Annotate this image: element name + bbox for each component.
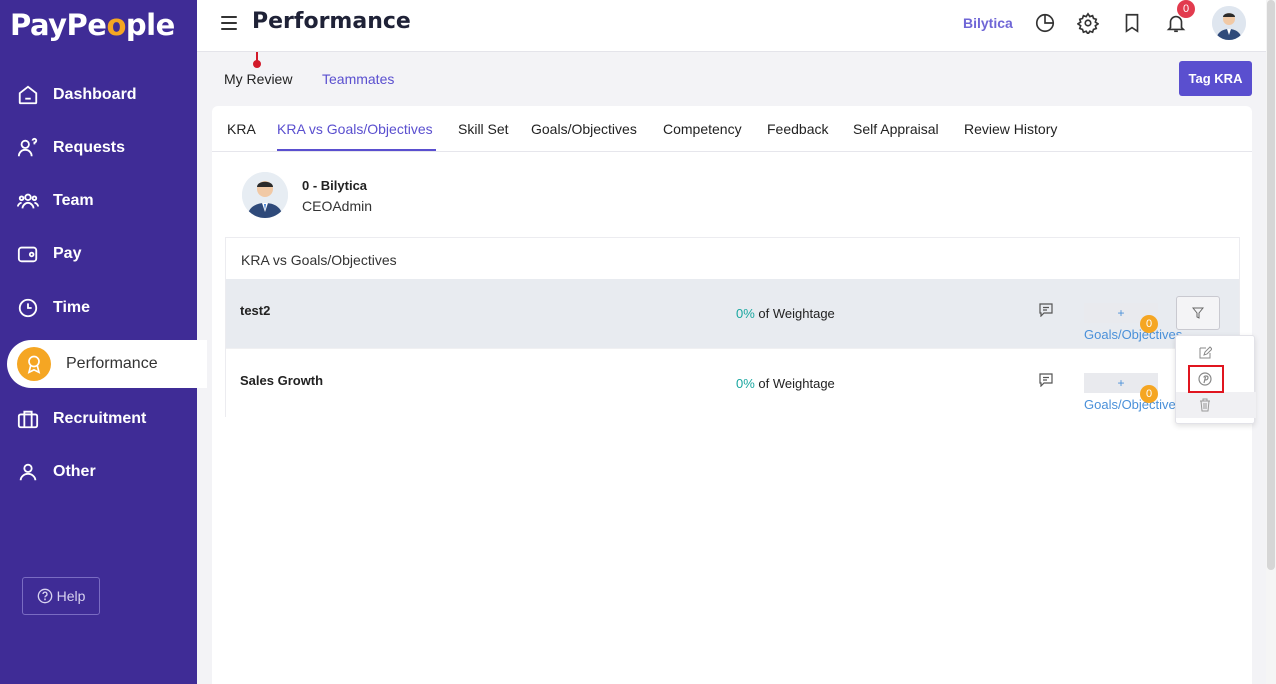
- sidebar-item-label: Other: [53, 463, 96, 480]
- delete-action[interactable]: [1176, 392, 1256, 418]
- sidebar-item-recruitment[interactable]: Recruitment: [0, 399, 197, 439]
- sidebar-item-time[interactable]: Time: [0, 288, 197, 328]
- team-icon: [17, 193, 39, 209]
- weightage: 0% of Weightage: [736, 306, 835, 321]
- sidebar-item-label: Recruitment: [53, 410, 147, 427]
- table-row: Sales Growth 0% of Weightage + Goals/Obj…: [226, 348, 1239, 417]
- goals-objectives-link[interactable]: Goals/Objectives: [1084, 327, 1182, 342]
- sidebar-item-dashboard[interactable]: Dashboard: [0, 75, 197, 115]
- kra-name: Sales Growth: [240, 373, 324, 388]
- scrollbar-thumb[interactable]: [1267, 0, 1275, 570]
- active-tab-underline: [277, 149, 436, 151]
- sidebar-item-label: Performance: [66, 355, 158, 372]
- subtab-teammates[interactable]: Teammates: [322, 71, 394, 87]
- avatar[interactable]: [1212, 6, 1246, 40]
- employee-name: 0 - Bilytica: [302, 178, 368, 193]
- subtab-my-review[interactable]: My Review: [224, 71, 292, 87]
- sidebar-item-label: Pay: [53, 245, 82, 262]
- comment-icon[interactable]: [1038, 373, 1054, 387]
- tab-competency[interactable]: Competency: [663, 121, 742, 137]
- comment-icon[interactable]: [1038, 303, 1054, 317]
- sidebar-item-requests[interactable]: Requests: [0, 128, 197, 168]
- goals-count-badge: 0: [1140, 385, 1158, 403]
- edit-action[interactable]: [1176, 340, 1256, 366]
- goals-count-badge: 0: [1140, 315, 1158, 333]
- table-row: test2 0% of Weightage + Goals/Objectives…: [226, 279, 1239, 348]
- active-indicator-dot: [253, 60, 261, 68]
- wallet-icon: [17, 246, 38, 263]
- sidebar-item-label: Requests: [53, 139, 126, 156]
- award-icon: [17, 347, 51, 381]
- actions-toggle-button[interactable]: [1176, 296, 1220, 330]
- bookmark-icon[interactable]: [1121, 12, 1143, 34]
- page-title: Performance: [252, 9, 411, 34]
- weightage-percent: 0%: [736, 376, 755, 391]
- pie-chart-icon[interactable]: [1034, 12, 1056, 34]
- tab-self-appraisal[interactable]: Self Appraisal: [853, 121, 939, 137]
- kra-name: test2: [240, 303, 271, 318]
- tab-bar: KRA KRA vs Goals/Objectives Skill Set Go…: [212, 106, 1252, 152]
- employee-avatar: [242, 172, 288, 218]
- sidebar-item-label: Team: [53, 192, 94, 209]
- tab-skill-set[interactable]: Skill Set: [458, 121, 509, 137]
- tab-goals-objectives[interactable]: Goals/Objectives: [531, 121, 637, 137]
- weightage: 0% of Weightage: [736, 376, 835, 391]
- clock-icon: [18, 298, 38, 318]
- weightage-label: of Weightage: [758, 306, 835, 321]
- highlight-box: [1188, 365, 1224, 393]
- briefcase-icon: [17, 410, 39, 429]
- edit-icon: [1199, 346, 1212, 359]
- tab-feedback[interactable]: Feedback: [767, 121, 828, 137]
- gear-icon[interactable]: [1077, 12, 1099, 34]
- row-actions-dropdown: [1175, 335, 1256, 424]
- notification-badge: 0: [1177, 0, 1195, 18]
- sidebar-item-label: Time: [53, 299, 91, 316]
- sidebar-item-label: Dashboard: [53, 86, 137, 103]
- user-question-icon: [17, 137, 38, 157]
- tab-review-history[interactable]: Review History: [964, 121, 1057, 137]
- goals-objectives-link[interactable]: Goals/Objectives: [1084, 397, 1182, 412]
- hamburger-menu-icon[interactable]: [221, 16, 237, 34]
- tab-kra-vs-goals[interactable]: KRA vs Goals/Objectives: [277, 121, 433, 137]
- content-card: KRA KRA vs Goals/Objectives Skill Set Go…: [212, 106, 1252, 684]
- panel-title: KRA vs Goals/Objectives: [241, 252, 397, 268]
- sidebar-item-team[interactable]: Team: [0, 181, 197, 221]
- home-icon: [18, 85, 38, 105]
- filter-icon: [1192, 307, 1204, 319]
- employee-role: CEOAdmin: [302, 198, 373, 214]
- help-button[interactable]: Help: [22, 577, 100, 615]
- top-header: Performance Bilytica 0: [197, 0, 1276, 52]
- weightage-percent: 0%: [736, 306, 755, 321]
- company-name[interactable]: Bilytica: [963, 15, 1013, 31]
- tab-kra[interactable]: KRA: [227, 121, 256, 137]
- paypeople-logo[interactable]: PayPeople: [10, 8, 175, 42]
- sidebar-item-other[interactable]: Other: [0, 452, 197, 492]
- tag-kra-button[interactable]: Tag KRA: [1179, 61, 1252, 96]
- kra-goals-panel: KRA vs Goals/Objectives test2 0% of Weig…: [225, 237, 1240, 417]
- sidebar-item-pay[interactable]: Pay: [0, 234, 197, 274]
- question-circle-icon: [37, 588, 52, 604]
- help-label: Help: [56, 588, 86, 604]
- trash-icon: [1200, 398, 1210, 412]
- user-icon: [19, 463, 37, 481]
- weightage-label: of Weightage: [758, 376, 835, 391]
